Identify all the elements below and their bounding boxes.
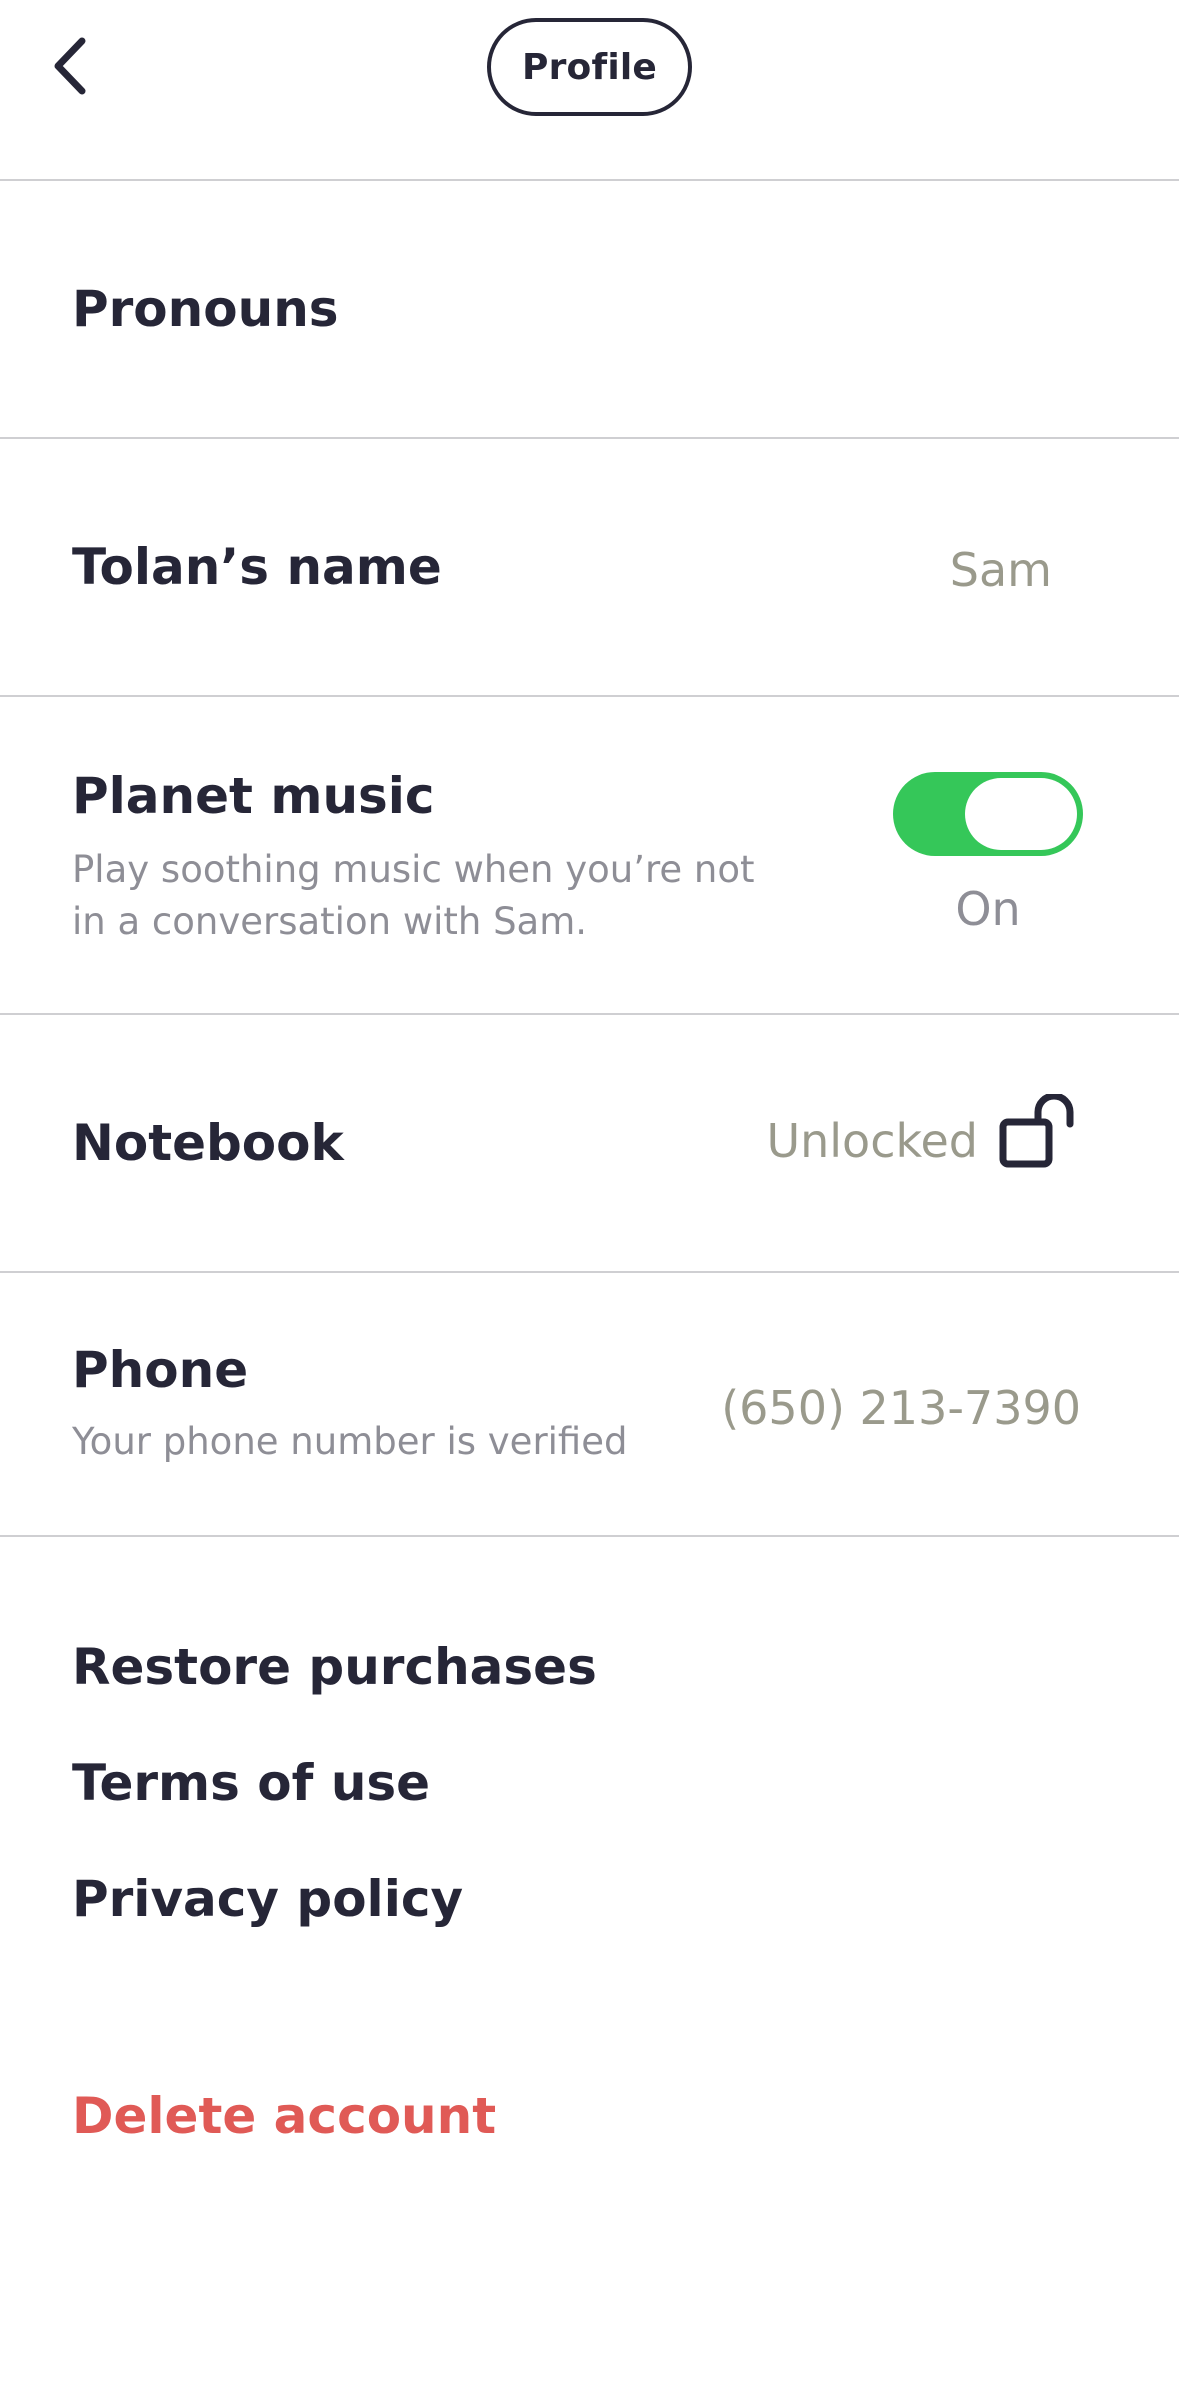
notebook-label: Notebook [72,1114,344,1172]
unlocked-padlock-icon [999,1094,1074,1168]
terms-of-use-link[interactable]: Terms of use [72,1754,430,1812]
planet-music-row: Planet music Play soothing music when yo… [0,697,1179,1015]
privacy-policy-link[interactable]: Privacy policy [72,1870,463,1928]
toggle-knob [965,778,1077,850]
restore-purchases-link[interactable]: Restore purchases [72,1638,597,1696]
tolan-name-row[interactable]: Tolan’s name Sam [0,439,1179,697]
phone-verified-text: Your phone number is verified [72,1420,628,1463]
phone-label: Phone [72,1341,249,1399]
planet-music-toggle[interactable] [893,772,1083,856]
page-title: Profile [487,18,692,116]
back-button[interactable] [34,26,104,106]
chevron-left-icon [54,37,86,95]
top-bar: Profile [0,0,1179,181]
notebook-status: Unlocked [766,1114,978,1168]
delete-account-button[interactable]: Delete account [72,2087,496,2145]
phone-number: (650) 213-7390 [721,1381,1081,1435]
tolan-name-label: Tolan’s name [72,538,442,596]
planet-music-description: Play soothing music when you’re not in a… [72,848,755,943]
phone-row[interactable]: Phone Your phone number is verified (650… [0,1273,1179,1537]
planet-music-toggle-state: On [955,882,1021,936]
pronouns-row[interactable]: Pronouns [0,181,1179,439]
planet-music-label: Planet music [72,767,435,825]
tolan-name-value: Sam [949,543,1052,597]
pronouns-label: Pronouns [72,280,339,338]
